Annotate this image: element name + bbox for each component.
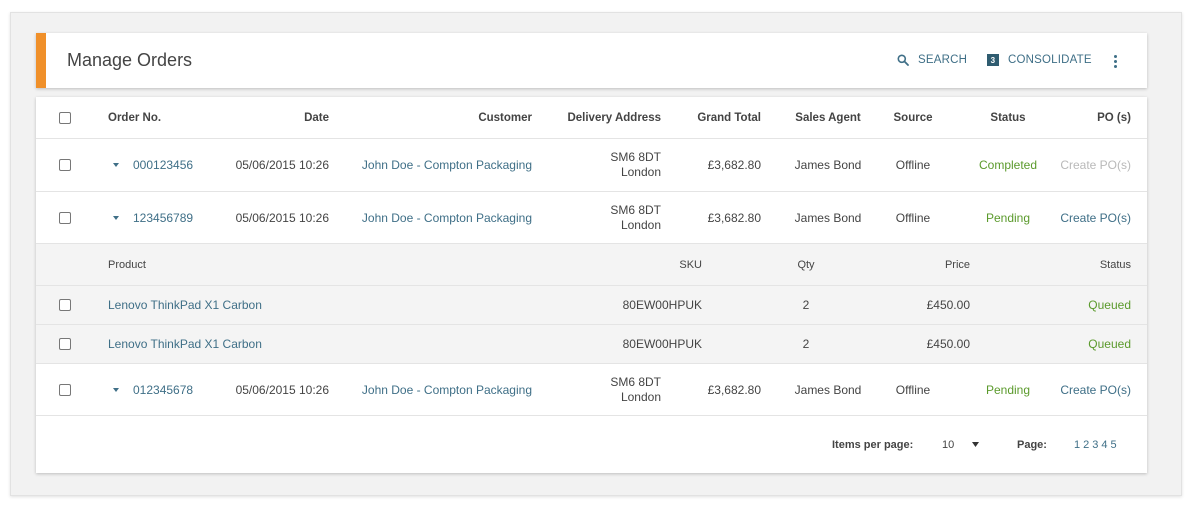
column-header-po: PO (s) — [1097, 111, 1131, 124]
page-link-1[interactable]: 1 — [1074, 439, 1080, 451]
items-per-page-label: Items per page: — [832, 438, 914, 451]
order-date: 05/06/2015 10:26 — [235, 382, 329, 397]
consolidate-count-badge: 3 — [987, 54, 999, 66]
column-header-source: Source — [893, 111, 933, 124]
grand-total: £3,682.80 — [707, 158, 761, 172]
address-line1: SM6 8DT — [610, 150, 661, 164]
sub-column-header-sku: SKU — [679, 258, 702, 271]
line-item-checkbox[interactable] — [59, 299, 71, 311]
sku: 80EW00HPUK — [622, 337, 702, 351]
items-per-page-value: 10 — [942, 438, 955, 451]
search-button[interactable]: SEARCH — [897, 54, 967, 66]
page-link-4[interactable]: 4 — [1101, 439, 1107, 451]
chevron-down-icon[interactable] — [113, 215, 119, 220]
column-header-delivery-address: Delivery Address — [567, 111, 661, 124]
column-header-sales-agent: Sales Agent — [795, 111, 861, 124]
consolidate-label: CONSOLIDATE — [1008, 54, 1092, 66]
address-line2: London — [620, 165, 661, 179]
address-line1: SM6 8DT — [610, 374, 661, 389]
source: Offline — [895, 382, 931, 397]
page-links: 12345 — [1074, 439, 1120, 451]
delivery-address: SM6 8DT London — [610, 203, 661, 233]
status-queued: Queued — [1088, 298, 1131, 312]
page-label: Page: — [1017, 438, 1047, 451]
grand-total: £3,682.80 — [707, 382, 761, 397]
customer-link[interactable]: John Doe - Compton Packaging — [362, 383, 532, 397]
address-line2: London — [620, 389, 661, 404]
orders-table: Order No. Date Customer Delivery Address… — [36, 97, 1147, 473]
page-header: Manage Orders SEARCH 3 CONSOLIDATE — [36, 33, 1147, 88]
create-po-link[interactable]: Create PO(s) — [1060, 383, 1131, 397]
delivery-address: SM6 8DT London — [610, 150, 661, 180]
page-title: Manage Orders — [67, 50, 193, 70]
table-header-row: Order No. Date Customer Delivery Address… — [36, 97, 1147, 139]
column-header-order-no: Order No. — [108, 111, 162, 124]
address-line2: London — [620, 217, 661, 232]
column-header-status: Status — [990, 111, 1026, 124]
order-row[interactable]: 000123456 05/06/2015 10:26 John Doe - Co… — [36, 139, 1147, 192]
sub-column-header-product: Product — [108, 258, 146, 271]
sales-agent: James Bond — [794, 158, 862, 172]
search-label: SEARCH — [918, 54, 968, 66]
price: £450.00 — [926, 298, 970, 312]
order-number-link[interactable]: 123456789 — [133, 211, 193, 225]
sales-agent: James Bond — [794, 382, 862, 397]
create-po-link[interactable]: Create PO(s) — [1060, 211, 1131, 225]
status-pending: Pending — [985, 210, 1031, 225]
sub-column-header-qty: Qty — [797, 258, 815, 271]
chevron-down-icon[interactable] — [113, 163, 119, 167]
order-row[interactable]: 123456789 05/06/2015 10:26 John Doe - Co… — [36, 192, 1147, 244]
sku: 80EW00HPUK — [622, 298, 702, 312]
order-number-link[interactable]: 000123456 — [133, 158, 193, 172]
product-link[interactable]: Lenovo ThinkPad X1 Carbon — [108, 337, 262, 351]
qty: 2 — [802, 337, 810, 351]
order-date: 05/06/2015 10:26 — [235, 158, 329, 172]
page-link-3[interactable]: 3 — [1092, 439, 1098, 451]
source: Offline — [895, 210, 931, 225]
line-items-header-row: Product SKU Qty Price Status — [36, 244, 1147, 286]
dropdown-arrow-icon — [972, 442, 980, 447]
price: £450.00 — [926, 337, 970, 351]
delivery-address: SM6 8DT London — [610, 375, 661, 405]
status-queued: Queued — [1088, 337, 1131, 351]
line-item-row[interactable]: Lenovo ThinkPad X1 Carbon 80EW00HPUK 2 £… — [36, 325, 1147, 364]
pagination-footer: Items per page: 10 Page: 12345 — [36, 416, 1147, 473]
source: Offline — [895, 158, 931, 172]
status-pending: Pending — [985, 382, 1031, 397]
create-po-link-disabled: Create PO(s) — [1060, 158, 1131, 172]
select-all-checkbox[interactable] — [59, 111, 71, 124]
product-link[interactable]: Lenovo ThinkPad X1 Carbon — [108, 298, 262, 312]
search-icon — [897, 54, 909, 66]
accent-bar — [36, 33, 46, 88]
row-checkbox[interactable] — [59, 383, 71, 396]
column-header-grand-total: Grand Total — [697, 111, 761, 124]
order-row[interactable]: 012345678 05/06/2015 10:26 John Doe - Co… — [36, 364, 1147, 416]
column-header-date: Date — [304, 111, 329, 124]
line-item-row[interactable]: Lenovo ThinkPad X1 Carbon 80EW00HPUK 2 £… — [36, 286, 1147, 325]
status-completed: Completed — [978, 158, 1038, 172]
row-checkbox[interactable] — [59, 159, 71, 171]
customer-link[interactable]: John Doe - Compton Packaging — [362, 211, 532, 225]
sub-column-header-status: Status — [1099, 258, 1131, 271]
kebab-menu-icon[interactable] — [1112, 53, 1120, 69]
sales-agent: James Bond — [794, 210, 862, 225]
column-header-customer: Customer — [478, 111, 532, 124]
qty: 2 — [802, 298, 810, 312]
consolidate-button[interactable]: 3 CONSOLIDATE — [987, 54, 1092, 66]
line-item-checkbox[interactable] — [59, 338, 71, 350]
page-frame: Manage Orders SEARCH 3 CONSOLIDATE Order… — [10, 12, 1182, 496]
row-checkbox[interactable] — [59, 211, 71, 224]
page-link-2[interactable]: 2 — [1083, 439, 1089, 451]
customer-link[interactable]: John Doe - Compton Packaging — [362, 158, 532, 172]
sub-column-header-price: Price — [944, 258, 970, 271]
grand-total: £3,682.80 — [707, 210, 761, 225]
address-line1: SM6 8DT — [610, 202, 661, 217]
items-per-page-select[interactable]: 10 — [942, 438, 980, 451]
chevron-down-icon[interactable] — [113, 387, 119, 392]
page-link-5[interactable]: 5 — [1111, 439, 1117, 451]
order-number-link[interactable]: 012345678 — [133, 383, 193, 397]
order-date: 05/06/2015 10:26 — [235, 210, 329, 225]
